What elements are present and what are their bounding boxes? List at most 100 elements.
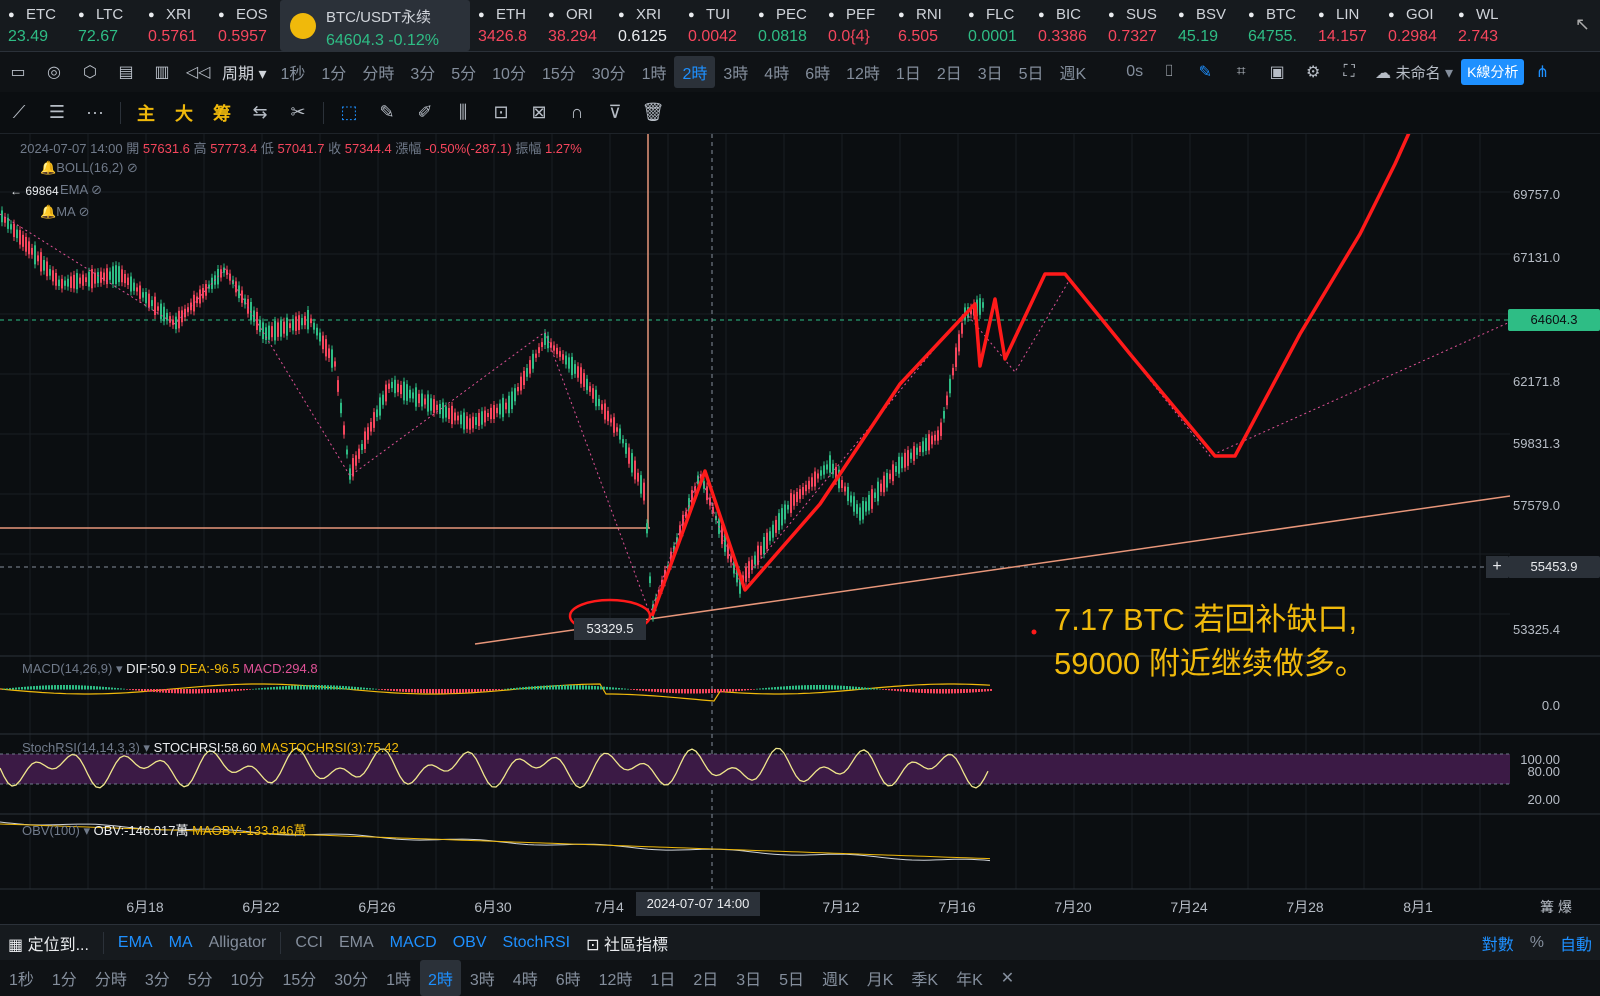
trash-icon[interactable]: 🗑 [634, 102, 672, 123]
period-8[interactable]: 1時 [634, 60, 675, 84]
ticker-item[interactable]: ● BTC 64755. [1240, 0, 1310, 51]
period-3[interactable]: 3分 [136, 966, 179, 990]
indicator-ma[interactable]: MA [161, 934, 201, 952]
period-9[interactable]: 2時 [674, 56, 716, 88]
period-6[interactable]: 15分 [534, 60, 584, 84]
period-10[interactable]: 3時 [715, 60, 756, 84]
period-12[interactable]: 6時 [797, 60, 838, 84]
chart-type-icon[interactable]: ▭ [0, 62, 36, 82]
ticker-item[interactable]: ● WL 2.743 [1450, 0, 1520, 51]
period-17[interactable]: 5日 [1011, 60, 1052, 84]
eye-off-icon[interactable]: ⊘ [79, 204, 90, 219]
scissor-icon[interactable]: ✂ [279, 102, 317, 123]
period-14[interactable]: 1日 [641, 966, 684, 990]
period-1[interactable]: 1分 [43, 966, 86, 990]
expand-icon[interactable]: ↖ [1575, 14, 1590, 35]
ruler-icon[interactable]: ⟋ [0, 102, 38, 123]
ticker-item[interactable]: ● TUI 0.0042 [680, 0, 750, 51]
ticker-item[interactable]: ● XRI 0.6125 [610, 0, 680, 51]
period-8[interactable]: 1時 [377, 966, 420, 990]
indicator-obv[interactable]: OBV [445, 934, 495, 952]
rewind-icon[interactable]: ◁◁ [180, 62, 216, 82]
auto-scale-toggle[interactable]: 自動 [1552, 931, 1600, 955]
ticker-item[interactable]: ● BIC 0.3386 [1030, 0, 1100, 51]
ticker-item[interactable]: ● XRI 0.5761 [140, 0, 210, 51]
indicator-alligator[interactable]: Alligator [201, 934, 275, 952]
ticker-item[interactable]: BTC/USDT永续 64604.3 -0.12% [280, 0, 470, 51]
plus-icon[interactable]: + [1486, 556, 1508, 578]
period-19[interactable]: 月K [858, 966, 903, 990]
big-order-button[interactable]: 大 [165, 100, 203, 126]
ticker-item[interactable]: ● LIN 14.157 [1310, 0, 1380, 51]
period-13[interactable]: 12時 [590, 966, 642, 990]
filter-icon[interactable]: ⊽ [596, 102, 634, 123]
settings-icon[interactable]: ⚙ [1295, 62, 1331, 82]
community-indicators[interactable]: ⊡ 社區指標 [578, 931, 676, 955]
pencil-icon[interactable]: ✎ [1187, 62, 1223, 82]
pen-icon[interactable]: ✎ [368, 102, 406, 123]
period-20[interactable]: 季K [902, 966, 947, 990]
fullscreen-icon[interactable]: ⛶ [1331, 63, 1367, 81]
eye-off-icon[interactable]: ⊘ [91, 182, 102, 197]
calendar-icon[interactable]: ▤ [108, 62, 144, 82]
ticker-item[interactable]: ● ORI 38.294 [540, 0, 610, 51]
period-7[interactable]: 30分 [584, 60, 634, 84]
flash-icon[interactable]: ⬡ [72, 62, 108, 82]
ticker-item[interactable]: ● RNI 6.505 [890, 0, 960, 51]
period-2[interactable]: 分時 [86, 966, 136, 990]
period-15[interactable]: 2日 [929, 60, 970, 84]
period-0[interactable]: 1秒 [273, 60, 314, 84]
ticker-item[interactable]: ● PEC 0.0818 [750, 0, 820, 51]
period-10[interactable]: 3時 [461, 966, 504, 990]
eye-off-icon[interactable]: ⊘ [127, 160, 138, 175]
period-4[interactable]: 5分 [179, 966, 222, 990]
period-21[interactable]: 年K [947, 966, 992, 990]
ticker-item[interactable]: ● LTC 72.67 [70, 0, 140, 51]
period-17[interactable]: 5日 [770, 966, 813, 990]
period-0[interactable]: 1秒 [0, 966, 43, 990]
overlay-ma[interactable]: 🔔MA ⊘ [40, 204, 90, 220]
period-16[interactable]: 3日 [727, 966, 770, 990]
overlay-boll[interactable]: 🔔BOLL(16,2) ⊘ [40, 160, 138, 176]
period-5[interactable]: 10分 [484, 60, 534, 84]
period-18[interactable]: 週K [1052, 60, 1095, 84]
axis-settings[interactable]: 篝 爆 [1540, 897, 1572, 917]
compass-icon[interactable]: ◎ [36, 62, 72, 82]
crop-icon[interactable]: ⌗ [1223, 63, 1259, 81]
period-9[interactable]: 2時 [419, 960, 461, 996]
ticker-item[interactable]: ● FLC 0.0001 [960, 0, 1030, 51]
chip-button[interactable]: 筹 [203, 100, 241, 126]
period-3[interactable]: 3分 [402, 60, 443, 84]
period-5[interactable]: 10分 [222, 966, 274, 990]
goto-button[interactable]: ▦ 定位到... [0, 931, 97, 955]
window-icon[interactable]: ▣ [1259, 62, 1295, 82]
period-4[interactable]: 5分 [443, 60, 484, 84]
period-11[interactable]: 4時 [756, 60, 797, 84]
layout-icon[interactable]: ▥ [144, 62, 180, 82]
period-7[interactable]: 30分 [325, 966, 377, 990]
ticker-item[interactable]: ● ETC 23.49 [0, 0, 70, 51]
period-16[interactable]: 3日 [970, 60, 1011, 84]
price-chart[interactable] [0, 134, 1600, 924]
period-dropdown[interactable]: 周期 ▾ [216, 60, 273, 84]
period-15[interactable]: 2日 [684, 966, 727, 990]
ticker-item[interactable]: ● GOI 0.2984 [1380, 0, 1450, 51]
camera-icon[interactable]: ⌷ [1151, 63, 1187, 81]
log-scale-toggle[interactable]: 對數 [1474, 931, 1522, 955]
period-11[interactable]: 4時 [504, 966, 547, 990]
lines-icon[interactable]: ☰ [38, 102, 76, 123]
ticker-item[interactable]: ● BSV 45.19 [1170, 0, 1240, 51]
ticker-item[interactable]: ● PEF 0.0{4} [820, 0, 890, 51]
period-18[interactable]: 週K [813, 966, 858, 990]
indicator-stochrsi[interactable]: StochRSI [495, 934, 579, 952]
ticker-item[interactable]: ● SUS 0.7327 [1100, 0, 1170, 51]
indicator-macd[interactable]: MACD [382, 934, 445, 952]
ticker-item[interactable]: ● EOS 0.5957 [210, 0, 280, 51]
layout-selector[interactable]: ☁ 未命名 ▾ [1367, 62, 1461, 83]
close-icon[interactable]: ✕ [992, 968, 1023, 988]
swap-icon[interactable]: ⇆ [241, 102, 279, 123]
period-6[interactable]: 15分 [273, 966, 325, 990]
lock-icon[interactable]: ⊡ [482, 102, 520, 123]
brush-icon[interactable]: ✐ [406, 102, 444, 123]
main-chart-button[interactable]: 主 [127, 100, 165, 126]
